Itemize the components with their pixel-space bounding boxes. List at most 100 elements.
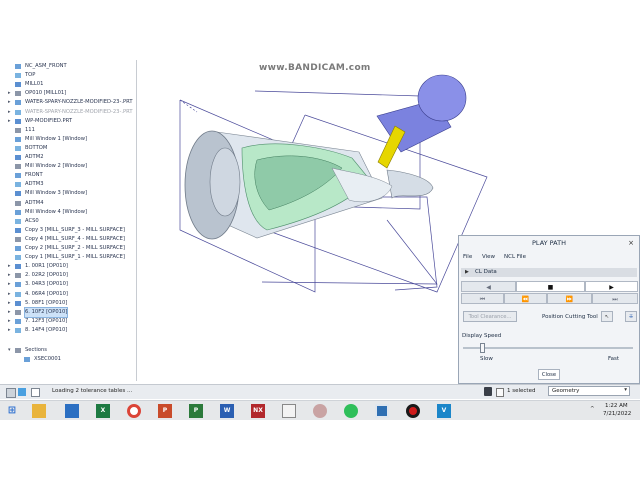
step-forward-button[interactable]: ⏩	[547, 293, 592, 304]
tree-item-label: Mill Window 1 [Window]	[25, 135, 88, 142]
tree-node-icon	[15, 264, 21, 270]
tree-item-label: Copy 1 [MILL_SURF_1 - MILL SURFACE]	[25, 254, 125, 261]
tree-node-icon	[15, 100, 21, 106]
excel-icon[interactable]: X	[96, 404, 110, 418]
slow-label: Slow	[480, 356, 493, 362]
sections-icon	[15, 347, 21, 353]
bottom-black-band	[0, 420, 640, 480]
creo-icon[interactable]: V	[437, 404, 451, 418]
nx-icon[interactable]: NX	[251, 404, 265, 418]
tree-node-icon	[15, 73, 21, 79]
clock-date[interactable]: 7/21/2022	[603, 411, 631, 417]
tree-node-icon	[15, 282, 21, 288]
tree-node-icon	[15, 218, 21, 224]
tree-node-icon	[15, 236, 21, 242]
tree-expander-icon[interactable]: ▸	[8, 117, 13, 126]
tree-expander-icon[interactable]: ▸	[8, 108, 13, 117]
window-app-icon[interactable]	[375, 404, 389, 418]
tree-expander-icon[interactable]: ▸	[8, 299, 13, 308]
clock-time[interactable]: 1:22 AM	[605, 403, 628, 409]
tree-node-icon	[15, 227, 21, 233]
menu-file[interactable]: File	[463, 254, 472, 260]
tree-item-label: 3. 04R3 [OP010]	[25, 281, 68, 288]
play-reverse-button[interactable]: ◀	[461, 281, 516, 292]
selection-filter-value: Geometry	[552, 388, 580, 394]
close-button[interactable]: Close	[538, 369, 560, 380]
status-left-icon	[6, 388, 16, 398]
tree-node-icon	[15, 200, 21, 206]
tree-expander-icon[interactable]: ▸	[8, 89, 13, 98]
tree-expander-icon[interactable]: ▸	[8, 262, 13, 271]
tree-item-label: MILL01	[25, 81, 44, 88]
tree-expander-icon[interactable]: ▸	[8, 271, 13, 280]
position-tool-button[interactable]: ↖	[601, 311, 613, 322]
tree-node-icon	[15, 318, 21, 324]
tool-clearance-button[interactable]: Tool Clearance...	[463, 311, 517, 322]
top-black-band	[0, 0, 640, 60]
slider-thumb[interactable]	[480, 343, 485, 353]
xsec-icon	[24, 357, 30, 363]
tree-node-icon	[15, 327, 21, 333]
go-to-start-button[interactable]: ⏮	[461, 293, 504, 304]
find-icon[interactable]	[484, 387, 492, 396]
tree-item-label: WATER-SPARY-NOZZLE-MODIFIED-23-.PRT	[25, 99, 133, 106]
tree-node-icon	[15, 291, 21, 297]
tree-node-icon	[15, 309, 21, 315]
cl-data-section[interactable]: ▶ CL Data	[461, 268, 637, 277]
tree-expander-icon[interactable]: ▸	[8, 290, 13, 299]
notepad-icon[interactable]	[282, 404, 296, 418]
tree-item-label: Mill Window 4 [Window]	[25, 208, 88, 215]
tree-node-icon	[15, 246, 21, 251]
cl-data-label: CL Data	[475, 269, 497, 275]
dialog-menu-bar: File View NCL File	[459, 254, 639, 264]
play-forward-button[interactable]: ▶	[585, 281, 638, 292]
dots-grid-button[interactable]: ⁜	[625, 311, 637, 322]
selection-filter-select[interactable]: Geometry ▾	[548, 386, 630, 396]
stop-button[interactable]: ■	[516, 281, 585, 292]
file-explorer-icon[interactable]	[32, 404, 46, 418]
tree-expander-icon[interactable]: ▸	[8, 308, 13, 317]
tree-node-icon	[15, 191, 21, 197]
tree-node-icon	[15, 145, 21, 151]
tree-expander-icon[interactable]: ▾	[8, 346, 13, 355]
photos-icon[interactable]	[65, 404, 79, 418]
record-icon[interactable]	[406, 404, 420, 418]
close-icon[interactable]: ×	[626, 237, 636, 249]
tree-item-label: Copy 3 [MILL_SURF_3 - MILL SURFACE]	[25, 226, 125, 233]
powerpoint-icon[interactable]: P	[158, 404, 172, 418]
go-to-end-button[interactable]: ⏭	[592, 293, 638, 304]
selection-toggle-icon[interactable]	[496, 388, 504, 397]
tree-item-label: Mill Window 2 [Window]	[25, 163, 88, 170]
tree-node-icon	[15, 300, 21, 306]
slider-track	[463, 347, 633, 349]
menu-ncl-file[interactable]: NCL File	[504, 254, 526, 260]
start-icon[interactable]: ⊞	[5, 404, 19, 418]
tree-item-label: 7. 12F3 [OP010]	[25, 317, 68, 324]
tree-item-label: OP010 [MILL01]	[25, 90, 67, 97]
tree-node-icon	[15, 136, 21, 142]
tree-expander-icon[interactable]: ▸	[8, 326, 13, 335]
display-speed-slider[interactable]	[463, 343, 633, 353]
tree-node-icon	[15, 109, 21, 115]
tree-expander-icon[interactable]: ▸	[8, 280, 13, 289]
windows-taskbar: ⊞ X P P W NX V ^ 1:22 AM 7/21/2022	[0, 400, 640, 421]
project-icon[interactable]: P	[189, 404, 203, 418]
tree-item-label: NC_ASM_FRONT	[25, 63, 67, 69]
status-square-icon	[31, 388, 40, 397]
tree-node-icon	[15, 155, 21, 160]
tree-expander-icon[interactable]: ▸	[8, 98, 13, 107]
gear-app-icon[interactable]	[313, 404, 327, 418]
tree-item-label: Copy 4 [MILL_SURF_4 - MILL SURFACE]	[25, 235, 125, 242]
tree-node-icon	[15, 118, 21, 124]
tree-item-label: Sections	[25, 346, 47, 353]
word-icon[interactable]: W	[220, 404, 234, 418]
tree-item-label: 5. 08F1 [OP010]	[25, 299, 68, 306]
tree-expander-icon[interactable]: ▸	[8, 317, 13, 326]
tree-node-icon	[15, 173, 21, 179]
tree-node-icon	[15, 91, 21, 97]
dialog-title: PLAY PATH	[532, 239, 566, 247]
chat-app-icon[interactable]	[344, 404, 358, 418]
step-back-button[interactable]: ⏪	[504, 293, 547, 304]
menu-view[interactable]: View	[482, 254, 495, 260]
chrome-icon[interactable]	[127, 404, 141, 418]
